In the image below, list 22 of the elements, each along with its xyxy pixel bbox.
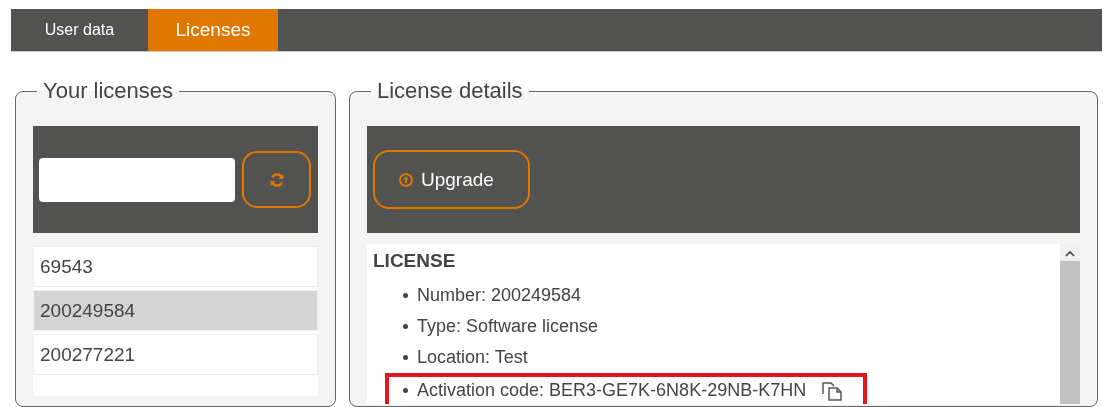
bullet (403, 355, 408, 360)
refresh-icon (268, 171, 285, 188)
upload-icon (399, 172, 413, 187)
tab[interactable]: User data (11, 9, 148, 51)
detail-text: Location: Test (417, 347, 528, 368)
license-item[interactable]: 69543 (33, 246, 318, 287)
bullet (403, 324, 408, 329)
license-item[interactable]: 200249584 (33, 290, 318, 331)
refresh-button[interactable] (242, 151, 311, 208)
copy-icon[interactable] (820, 380, 845, 401)
detail-text: Number: 200249584 (417, 285, 582, 306)
detail-text: Type: Software license (417, 316, 599, 337)
license-item[interactable]: 200277221 (33, 334, 318, 375)
bullet (403, 293, 408, 298)
detail-text: Activation code: BER3-GE7K-6N8K-29NB-K7HN (417, 380, 807, 401)
section-heading: LICENSE (373, 250, 457, 272)
scroll-up-icon[interactable] (1065, 250, 1075, 257)
panel-title: Your licenses (42, 79, 175, 104)
bullet (403, 388, 408, 393)
search-field[interactable] (39, 157, 235, 202)
panel-title: License details (376, 79, 524, 104)
upgrade-button[interactable]: Upgrade (373, 150, 530, 209)
